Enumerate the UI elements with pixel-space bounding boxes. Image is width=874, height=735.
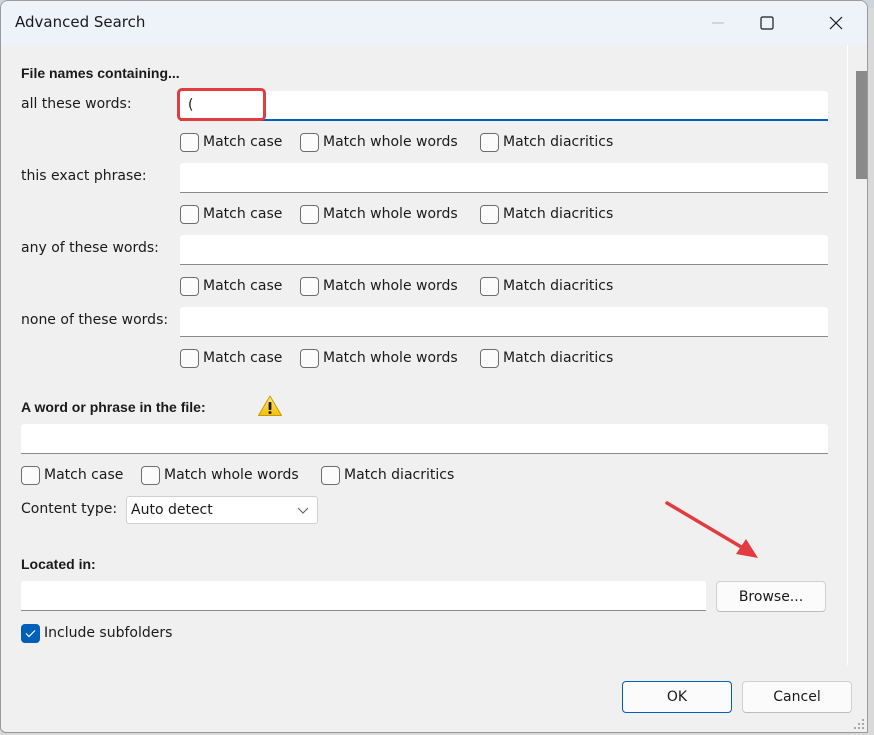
match-diacritics-checkbox-exact[interactable]: Match diacritics [480, 203, 613, 225]
content-type-value: Auto detect [131, 502, 213, 518]
any-of-these-words-label: any of these words: [21, 240, 159, 256]
close-icon [829, 16, 843, 30]
checkbox-label: Match whole words [323, 134, 458, 150]
maximize-icon [760, 16, 774, 30]
checkbox-box[interactable] [141, 465, 160, 485]
any-of-these-words-input[interactable] [180, 235, 828, 265]
dialog-content: File names containing... all these words… [1, 45, 847, 665]
maximize-button[interactable] [744, 1, 790, 45]
none-of-these-words-input[interactable] [180, 307, 828, 337]
checkbox-label: Match diacritics [503, 206, 614, 222]
checkbox-box[interactable] [21, 465, 40, 485]
checkbox-box[interactable] [480, 276, 499, 296]
located-in-heading: Located in: [21, 556, 96, 572]
checkbox-box[interactable] [21, 623, 40, 643]
include-subfolders-checkbox[interactable]: Include subfolders [21, 622, 172, 644]
match-diacritics-checkbox-any[interactable]: Match diacritics [480, 275, 613, 297]
match-whole-words-checkbox-content[interactable]: Match whole words [141, 464, 299, 486]
checkbox-box[interactable] [321, 465, 340, 485]
checkbox-label: Match whole words [323, 278, 458, 294]
advanced-search-dialog: Advanced Search File names containing...… [0, 0, 868, 733]
window-title: Advanced Search [15, 13, 146, 31]
scrollbar-thumb[interactable] [856, 71, 867, 179]
checkbox-label: Match case [203, 134, 283, 150]
match-whole-words-checkbox-none[interactable]: Match whole words [300, 347, 458, 369]
checkbox-box[interactable] [480, 348, 499, 368]
content-search-input[interactable] [21, 424, 828, 454]
checkbox-box[interactable] [180, 132, 199, 152]
checkbox-label: Include subfolders [44, 625, 173, 641]
checkbox-label: Match diacritics [503, 278, 614, 294]
located-in-input[interactable] [21, 581, 706, 611]
checkbox-label: Match case [203, 278, 283, 294]
match-whole-words-checkbox-exact[interactable]: Match whole words [300, 203, 458, 225]
match-case-checkbox-all[interactable]: Match case [180, 131, 282, 153]
checkbox-box[interactable] [300, 204, 319, 224]
checkbox-box[interactable] [480, 204, 499, 224]
checkbox-label: Match case [203, 206, 283, 222]
checkbox-label: Match case [203, 350, 283, 366]
all-these-words-input[interactable] [180, 91, 828, 121]
match-diacritics-checkbox-none[interactable]: Match diacritics [480, 347, 613, 369]
minimize-button[interactable] [695, 1, 741, 45]
cancel-button[interactable]: Cancel [742, 681, 852, 713]
content-type-select[interactable]: Auto detect [126, 496, 318, 524]
this-exact-phrase-label: this exact phrase: [21, 168, 147, 184]
checkbox-box[interactable] [300, 276, 319, 296]
match-case-checkbox-none[interactable]: Match case [180, 347, 282, 369]
checkbox-box[interactable] [300, 348, 319, 368]
content-search-heading: A word or phrase in the file: [21, 399, 206, 415]
checkbox-box[interactable] [180, 276, 199, 296]
chevron-down-icon [297, 507, 309, 514]
match-case-checkbox-any[interactable]: Match case [180, 275, 282, 297]
match-diacritics-checkbox-content[interactable]: Match diacritics [321, 464, 454, 486]
checkbox-label: Match diacritics [344, 467, 455, 483]
warning-icon[interactable] [257, 394, 283, 418]
checkbox-box[interactable] [480, 132, 499, 152]
vertical-scrollbar[interactable] [847, 45, 867, 665]
match-case-checkbox-content[interactable]: Match case [21, 464, 123, 486]
checkbox-box[interactable] [300, 132, 319, 152]
all-these-words-label: all these words: [21, 96, 132, 112]
match-whole-words-checkbox-any[interactable]: Match whole words [300, 275, 458, 297]
this-exact-phrase-input[interactable] [180, 163, 828, 193]
checkbox-label: Match diacritics [503, 134, 614, 150]
checkbox-box[interactable] [180, 204, 199, 224]
checkbox-label: Match diacritics [503, 350, 614, 366]
resize-grip-icon[interactable] [853, 718, 865, 730]
file-names-heading: File names containing... [21, 65, 180, 81]
checkbox-label: Match case [44, 467, 124, 483]
close-button[interactable] [813, 1, 859, 45]
checkbox-label: Match whole words [323, 350, 458, 366]
checkmark-icon [25, 629, 36, 637]
minimize-icon [712, 22, 724, 24]
ok-button[interactable]: OK [622, 681, 732, 713]
browse-button[interactable]: Browse... [716, 581, 826, 612]
match-case-checkbox-exact[interactable]: Match case [180, 203, 282, 225]
checkbox-label: Match whole words [323, 206, 458, 222]
checkbox-label: Match whole words [164, 467, 299, 483]
title-bar[interactable]: Advanced Search [1, 1, 867, 45]
none-of-these-words-label: none of these words: [21, 312, 169, 328]
match-whole-words-checkbox-all[interactable]: Match whole words [300, 131, 458, 153]
checkbox-box[interactable] [180, 348, 199, 368]
content-type-label: Content type: [21, 501, 118, 517]
match-diacritics-checkbox-all[interactable]: Match diacritics [480, 131, 613, 153]
